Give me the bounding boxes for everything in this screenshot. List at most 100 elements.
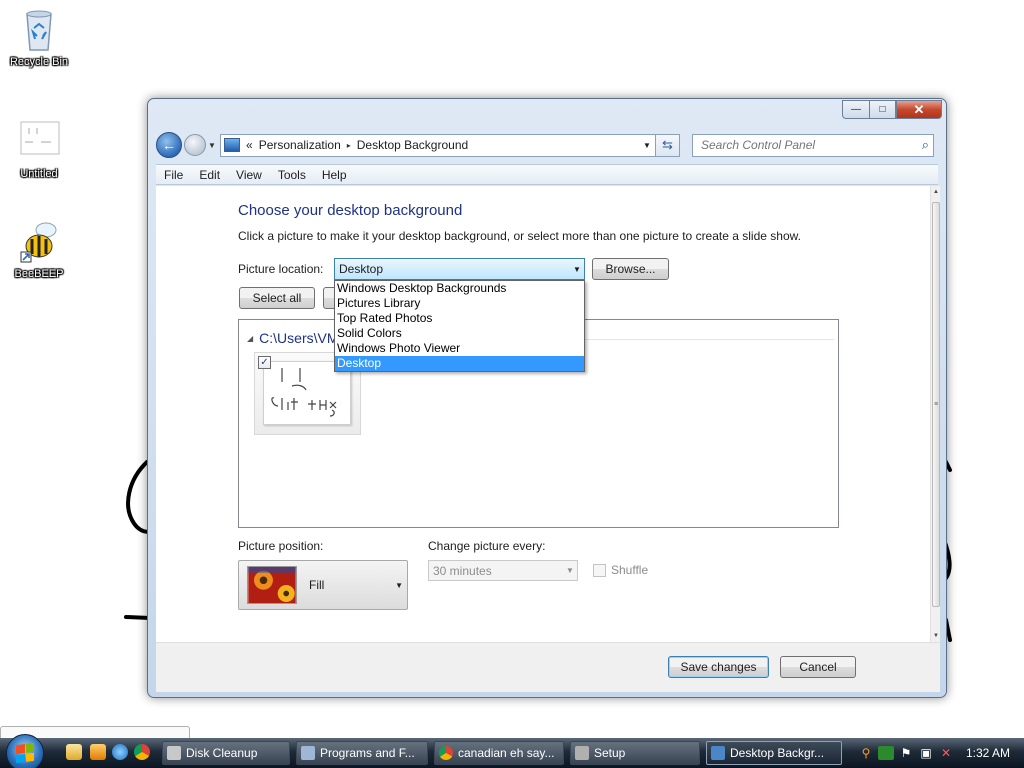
- volume-muted-icon[interactable]: ✕: [938, 746, 954, 760]
- window-controls: — □ ✕: [842, 100, 942, 119]
- button-footer: Save changes Cancel: [156, 642, 940, 692]
- save-changes-button[interactable]: Save changes: [668, 656, 769, 678]
- internet-explorer-icon[interactable]: [112, 744, 128, 760]
- refresh-icon[interactable]: ⇆: [656, 133, 680, 157]
- taskbar-button-desktop-background[interactable]: Desktop Backgr...: [706, 741, 842, 765]
- fill-preview-icon: [247, 566, 297, 604]
- recent-pages-dropdown-icon[interactable]: ▼: [206, 141, 218, 150]
- change-picture-select[interactable]: 30 minutes ▼: [428, 560, 578, 581]
- taskbar-button-label: canadian eh say...: [458, 746, 555, 760]
- thumbnail-checkbox[interactable]: ✓: [258, 356, 271, 369]
- taskbar-button-label: Setup: [594, 746, 626, 760]
- desktop-icon-beebeep[interactable]: BeeBEEP: [4, 218, 74, 280]
- menu-bar: File Edit View Tools Help: [156, 164, 938, 185]
- breadcrumb-separator-icon[interactable]: ▸: [347, 141, 351, 150]
- desktop-icon-label: Recycle Bin: [9, 56, 69, 68]
- vertical-scrollbar[interactable]: ▲ ≡ ▼: [930, 186, 940, 642]
- address-dropdown-icon[interactable]: ▼: [639, 141, 655, 150]
- programs-icon: [301, 746, 315, 760]
- change-picture-label: Change picture every:: [428, 539, 546, 553]
- chrome-icon: [439, 746, 453, 760]
- navigation-bar: ← ▼ « Personalization ▸ Desktop Backgrou…: [156, 130, 938, 160]
- desktop-background-window: — □ ✕ ← ▼ « Personalization ▸ Desktop Ba…: [147, 98, 947, 698]
- page-title: Choose your desktop background: [238, 202, 463, 219]
- control-panel-icon: [711, 746, 725, 760]
- address-bar[interactable]: « Personalization ▸ Desktop Background ▼: [220, 133, 656, 157]
- minimize-button[interactable]: —: [842, 100, 869, 119]
- page-description: Click a picture to make it your desktop …: [238, 229, 801, 243]
- desktop-icon-recycle-bin[interactable]: Recycle Bin: [4, 6, 74, 68]
- change-picture-value: 30 minutes: [433, 563, 492, 578]
- menu-tools[interactable]: Tools: [270, 168, 314, 182]
- menu-file[interactable]: File: [156, 168, 191, 182]
- action-center-flag-icon[interactable]: ⚑: [898, 746, 914, 760]
- picture-location-select[interactable]: Desktop ▼: [334, 258, 585, 280]
- gallery-path: C:\Users\VM: [259, 330, 339, 346]
- close-button[interactable]: ✕: [896, 100, 942, 119]
- chevron-down-icon: ▼: [566, 566, 574, 575]
- desktop-icon-untitled[interactable]: Untitled: [4, 118, 74, 180]
- image-file-icon: [15, 118, 63, 166]
- setup-icon: [575, 746, 589, 760]
- cancel-button[interactable]: Cancel: [780, 656, 856, 678]
- taskbar-button-programs[interactable]: Programs and F...: [296, 741, 428, 765]
- checkbox-box: [593, 563, 606, 577]
- browse-button[interactable]: Browse...: [592, 258, 669, 280]
- media-player-icon[interactable]: [90, 744, 106, 760]
- windows-logo-icon: [16, 742, 34, 764]
- picture-location-value: Desktop: [339, 262, 384, 276]
- clock[interactable]: 1:32 AM: [966, 746, 1010, 760]
- collapse-triangle-icon[interactable]: ◢: [247, 334, 253, 343]
- chevron-down-icon: ▼: [573, 264, 581, 274]
- network-icon[interactable]: ▣: [918, 746, 934, 760]
- picture-position-label: Picture position:: [238, 539, 324, 553]
- picture-location-dropdown[interactable]: Windows Desktop Backgrounds Pictures Lib…: [334, 280, 585, 372]
- picture-position-value: Fill: [309, 578, 325, 592]
- menu-help[interactable]: Help: [314, 168, 355, 182]
- control-panel-icon: [224, 138, 240, 152]
- dropdown-option[interactable]: Windows Photo Viewer: [335, 341, 584, 356]
- picture-position-select[interactable]: Fill ▼: [238, 560, 408, 610]
- taskbar-button-setup[interactable]: Setup: [570, 741, 700, 765]
- system-tray: ⚲ ⚑ ▣ ✕: [858, 738, 958, 768]
- nvidia-icon[interactable]: [878, 746, 894, 760]
- taskbar-button-label: Desktop Backgr...: [730, 746, 825, 760]
- start-button[interactable]: [6, 734, 44, 768]
- search-box[interactable]: ⌕: [692, 133, 934, 157]
- disk-cleanup-icon: [167, 746, 181, 760]
- maximize-button[interactable]: □: [869, 100, 896, 119]
- chevron-down-icon: ▼: [395, 580, 403, 590]
- taskbar-button-label: Disk Cleanup: [186, 746, 258, 760]
- folder-icon[interactable]: [66, 744, 82, 760]
- search-icon[interactable]: ⌕: [922, 137, 929, 153]
- desktop-icon-label: BeeBEEP: [14, 268, 64, 280]
- breadcrumb-desktop-background[interactable]: Desktop Background: [357, 138, 468, 152]
- dropdown-option[interactable]: Top Rated Photos: [335, 311, 584, 326]
- breadcrumb-personalization[interactable]: Personalization: [259, 138, 341, 152]
- select-all-button[interactable]: Select all: [239, 287, 315, 309]
- dropdown-option-selected[interactable]: Desktop: [335, 356, 584, 371]
- gallery-group-header[interactable]: ◢ C:\Users\VM: [247, 330, 339, 346]
- scroll-up-icon[interactable]: ▲: [931, 189, 941, 195]
- scroll-grip-icon: ≡: [933, 401, 939, 408]
- shuffle-label: Shuffle: [611, 563, 649, 577]
- taskbar-button-chrome[interactable]: canadian eh say...: [434, 741, 564, 765]
- taskbar-button-label: Programs and F...: [320, 746, 415, 760]
- breadcrumb-overflow[interactable]: «: [246, 138, 253, 152]
- desktop-icon-label: Untitled: [20, 168, 58, 180]
- back-arrow-icon[interactable]: ←: [156, 132, 182, 158]
- menu-edit[interactable]: Edit: [191, 168, 228, 182]
- shuffle-checkbox[interactable]: Shuffle: [593, 563, 648, 577]
- content-pane: Choose your desktop background Click a p…: [156, 186, 930, 642]
- dropdown-option[interactable]: Windows Desktop Backgrounds: [335, 281, 584, 296]
- search-input[interactable]: [701, 138, 922, 152]
- taskbar: Disk Cleanup Programs and F... canadian …: [0, 734, 1024, 768]
- search-tray-icon[interactable]: ⚲: [858, 746, 874, 760]
- scroll-down-icon[interactable]: ▼: [931, 633, 941, 639]
- forward-arrow-icon[interactable]: [184, 134, 206, 156]
- dropdown-option[interactable]: Solid Colors: [335, 326, 584, 341]
- chrome-icon[interactable]: [134, 744, 150, 760]
- taskbar-button-disk-cleanup[interactable]: Disk Cleanup: [162, 741, 290, 765]
- dropdown-option[interactable]: Pictures Library: [335, 296, 584, 311]
- menu-view[interactable]: View: [228, 168, 270, 182]
